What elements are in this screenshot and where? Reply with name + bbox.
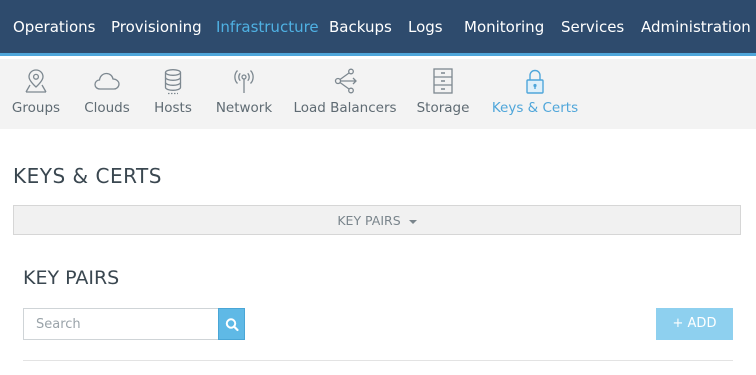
section-title: KEY PAIRS bbox=[23, 267, 120, 289]
tab-network[interactable]: Network bbox=[211, 59, 277, 129]
nav-item-services[interactable]: Services bbox=[561, 18, 624, 36]
database-icon bbox=[164, 69, 182, 95]
tab-label: Network bbox=[215, 100, 273, 116]
tab-load-balancers[interactable]: Load Balancers bbox=[290, 59, 400, 129]
tab-label: Hosts bbox=[154, 100, 192, 116]
cabinet-icon bbox=[433, 68, 453, 94]
map-pin-icon bbox=[25, 69, 47, 93]
cloud-icon bbox=[94, 72, 120, 90]
tab-groups[interactable]: Groups bbox=[5, 59, 67, 129]
tab-hosts[interactable]: Hosts bbox=[147, 59, 199, 129]
infrastructure-subnav: Groups Clouds Hosts Network Load Balance… bbox=[0, 59, 756, 129]
nav-item-operations[interactable]: Operations bbox=[13, 18, 95, 36]
divider bbox=[23, 360, 733, 361]
tab-label: Keys & Certs bbox=[491, 100, 579, 116]
search-button[interactable] bbox=[218, 308, 245, 340]
top-navigation-bar: Operations Provisioning Infrastructure B… bbox=[0, 0, 756, 56]
nav-item-monitoring[interactable]: Monitoring bbox=[464, 18, 544, 36]
tab-clouds[interactable]: Clouds bbox=[79, 59, 135, 129]
tab-label: Groups bbox=[11, 100, 61, 116]
nav-item-logs[interactable]: Logs bbox=[408, 18, 443, 36]
dropdown-label: KEY PAIRS bbox=[337, 213, 401, 228]
tab-label: Load Balancers bbox=[293, 100, 397, 116]
tab-label: Clouds bbox=[84, 100, 130, 116]
tab-keys-and-certs[interactable]: Keys & Certs bbox=[488, 59, 582, 129]
page-title: KEYS & CERTS bbox=[13, 164, 162, 188]
nav-item-infrastructure[interactable]: Infrastructure bbox=[216, 18, 319, 36]
tab-label: Storage bbox=[416, 100, 470, 116]
nav-item-administration[interactable]: Administration bbox=[641, 18, 751, 36]
share-icon bbox=[334, 68, 357, 94]
search-icon bbox=[225, 318, 239, 332]
nav-item-backups[interactable]: Backups bbox=[329, 18, 392, 36]
key-pairs-dropdown[interactable]: KEY PAIRS bbox=[13, 205, 741, 235]
search-input[interactable] bbox=[23, 308, 218, 340]
lock-icon bbox=[526, 69, 544, 94]
tab-storage[interactable]: Storage bbox=[412, 59, 474, 129]
nav-item-provisioning[interactable]: Provisioning bbox=[111, 18, 202, 36]
antenna-icon bbox=[234, 70, 254, 93]
caret-down-icon bbox=[408, 219, 417, 224]
add-button[interactable]: + ADD bbox=[656, 308, 733, 340]
